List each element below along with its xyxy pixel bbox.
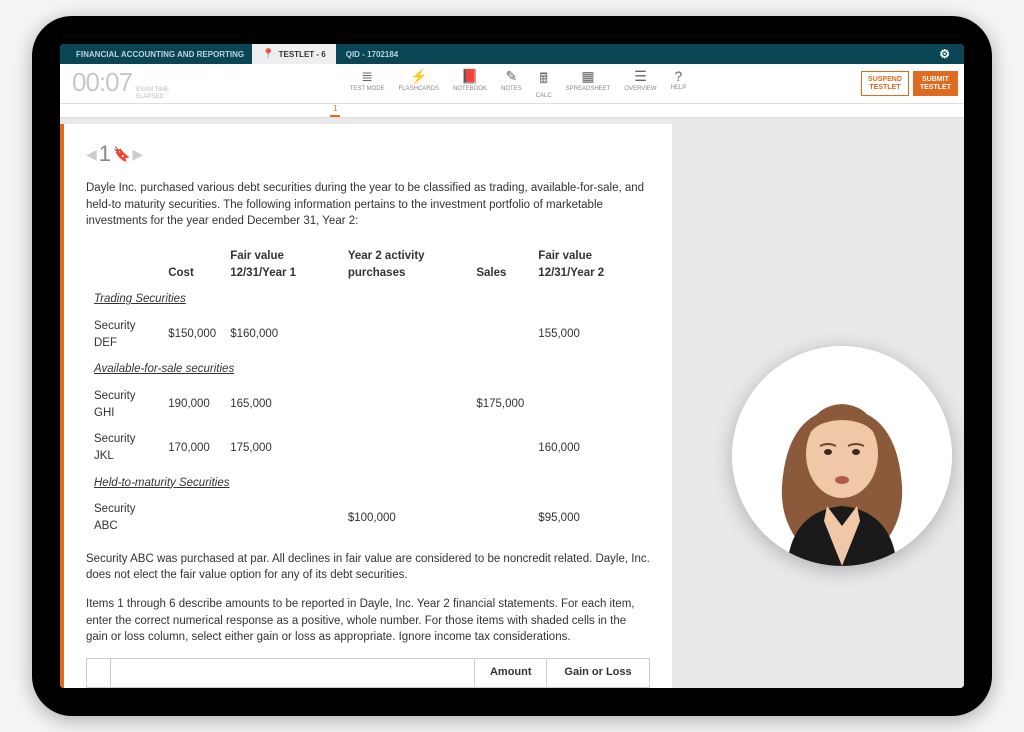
tool-notes[interactable]: ✎NOTES bbox=[495, 66, 528, 101]
pin-icon: 📍 bbox=[262, 49, 274, 60]
section-trading: Trading Securities bbox=[88, 287, 648, 312]
col-y2-purch: Year 2 activity purchases bbox=[342, 244, 468, 285]
question-para3: Items 1 through 6 describe amounts to be… bbox=[86, 596, 650, 646]
tablet-frame: FINANCIAL ACCOUNTING AND REPORTING 📍 TES… bbox=[32, 16, 992, 716]
tool-test-mode[interactable]: ≣TEST MODE bbox=[344, 66, 391, 101]
submit-buttons: SUSPENDTESTLET SUBMITTESTLET bbox=[861, 71, 958, 96]
presenter-avatar-icon bbox=[732, 346, 952, 566]
question-card: ◀ 1 🔖 ▶ Dayle Inc. purchased various deb… bbox=[60, 124, 672, 688]
section-afs: Available-for-sale securities bbox=[88, 357, 648, 382]
testlet-label: TESTLET - 6 bbox=[279, 50, 326, 59]
book-icon: 📕 bbox=[461, 68, 478, 85]
bookmark-icon[interactable]: 🔖 bbox=[113, 144, 130, 164]
timer-value: 00:07 bbox=[72, 67, 132, 98]
testlet-tab[interactable]: 📍 TESTLET - 6 bbox=[252, 44, 336, 64]
tool-spreadsheet[interactable]: ▦SPREADSHEET bbox=[560, 66, 617, 101]
question-intro: Dayle Inc. purchased various debt securi… bbox=[86, 180, 650, 230]
col-cost: Cost bbox=[162, 244, 222, 285]
list-icon: ☰ bbox=[634, 68, 647, 85]
next-arrow-icon[interactable]: ▶ bbox=[132, 144, 143, 164]
table-row: Security JKL 170,000 175,000 160,000 bbox=[88, 427, 648, 468]
tool-icons: ≣TEST MODE ⚡FLASHCARDS 📕NOTEBOOK ✎NOTES … bbox=[179, 66, 857, 101]
qid-label: QID - 1702184 bbox=[336, 50, 408, 59]
tab-1[interactable]: 1 bbox=[330, 104, 340, 117]
question-nav: ◀ 1 🔖 ▶ bbox=[86, 138, 650, 170]
grid-icon: ▦ bbox=[581, 68, 594, 85]
table-row: Security GHI 190,000 165,000 $175,000 bbox=[88, 384, 648, 425]
securities-table: Cost Fair value 12/31/Year 1 Year 2 acti… bbox=[86, 242, 650, 541]
calc-icon: 🖩 bbox=[539, 68, 547, 92]
tool-overview[interactable]: ☰OVERVIEW bbox=[618, 66, 662, 101]
subject-title: FINANCIAL ACCOUNTING AND REPORTING bbox=[68, 50, 252, 59]
prev-arrow-icon[interactable]: ◀ bbox=[86, 144, 97, 164]
bolt-icon: ⚡ bbox=[410, 68, 427, 85]
suspend-button[interactable]: SUSPENDTESTLET bbox=[861, 71, 909, 96]
timer-label: EXAM TIME ELAPSED bbox=[136, 87, 169, 100]
toolbar: 00:07 EXAM TIME ELAPSED ≣TEST MODE ⚡FLAS… bbox=[60, 64, 964, 104]
tool-calc[interactable]: 🖩CALC bbox=[530, 66, 558, 101]
timer: 00:07 EXAM TIME ELAPSED bbox=[66, 67, 175, 100]
col-fv-y2: Fair value 12/31/Year 2 bbox=[532, 244, 648, 285]
gain-loss-cell[interactable] bbox=[547, 687, 650, 688]
section-htm: Held-to-maturity Securities bbox=[88, 471, 648, 496]
answer-table: Amount Gain or Loss 1 Carrying amount of… bbox=[86, 658, 650, 688]
submit-button[interactable]: SUBMITTESTLET bbox=[913, 71, 958, 96]
tool-help[interactable]: ?HELP bbox=[665, 66, 693, 101]
gear-icon[interactable]: ⚙ bbox=[939, 47, 956, 61]
table-row: Security ABC $100,000 $95,000 bbox=[88, 497, 648, 538]
help-icon: ? bbox=[675, 68, 683, 84]
tabstrip: 1 bbox=[60, 104, 964, 118]
tool-notebook[interactable]: 📕NOTEBOOK bbox=[447, 66, 493, 101]
topbar: FINANCIAL ACCOUNTING AND REPORTING 📍 TES… bbox=[60, 44, 964, 64]
bars-icon: ≣ bbox=[361, 68, 373, 85]
col-fv-y1: Fair value 12/31/Year 1 bbox=[224, 244, 340, 285]
col-gain-loss: Gain or Loss bbox=[547, 659, 650, 688]
presenter-video[interactable] bbox=[732, 346, 952, 566]
question-para2: Security ABC was purchased at par. All d… bbox=[86, 551, 650, 584]
tool-flashcards[interactable]: ⚡FLASHCARDS bbox=[393, 66, 445, 101]
answer-row: 1 Carrying amount of security ABC at Dec… bbox=[87, 687, 650, 688]
table-row: Security DEF $150,000 $160,000 155,000 bbox=[88, 314, 648, 355]
col-sales: Sales bbox=[470, 244, 530, 285]
note-icon: ✎ bbox=[505, 68, 517, 85]
question-number: 1 bbox=[99, 138, 111, 170]
col-amount: Amount bbox=[475, 659, 547, 688]
